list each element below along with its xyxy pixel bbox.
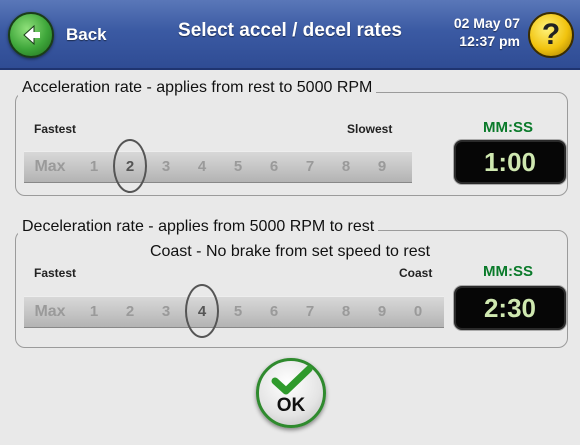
date-text: 02 May 07 bbox=[453, 15, 520, 31]
deceleration-subline: Coast - No brake from set speed to rest bbox=[149, 243, 431, 260]
accel-time-display[interactable]: 1:00 bbox=[454, 140, 566, 184]
checkmark-icon bbox=[271, 365, 313, 395]
accel-time-value: 1:00 bbox=[483, 146, 537, 177]
accel-rate-option[interactable]: 6 bbox=[256, 152, 292, 182]
question-icon: ? bbox=[541, 18, 561, 51]
accel-rate-option[interactable]: 8 bbox=[328, 152, 364, 182]
help-button[interactable]: ? bbox=[528, 12, 574, 58]
accel-rate-option[interactable]: 4 bbox=[184, 152, 220, 182]
acceleration-rate-selector[interactable]: Max 1 2 3 4 5 6 7 8 9 bbox=[24, 139, 412, 193]
decel-mmss-label: MM:SS bbox=[483, 263, 533, 280]
ok-label: OK bbox=[276, 395, 306, 416]
back-arrow-icon bbox=[8, 12, 54, 58]
accel-slowest-label: Slowest bbox=[347, 122, 393, 136]
accel-rate-option[interactable]: 1 bbox=[76, 152, 112, 182]
deceleration-legend: Deceleration rate - applies from 5000 RP… bbox=[18, 218, 379, 236]
back-button[interactable]: Back bbox=[8, 10, 116, 60]
decel-rate-option[interactable]: 6 bbox=[256, 297, 292, 327]
datetime-display: 02 May 07 12:37 pm bbox=[440, 14, 520, 50]
time-text: 12:37 pm bbox=[459, 33, 520, 49]
decel-rate-option[interactable]: 3 bbox=[148, 297, 184, 327]
decel-fastest-label: Fastest bbox=[34, 266, 77, 280]
decel-rate-option[interactable]: 1 bbox=[76, 297, 112, 327]
accel-rate-option[interactable]: 5 bbox=[220, 152, 256, 182]
decel-rate-option[interactable]: 4 bbox=[184, 284, 220, 338]
accel-rate-option[interactable]: Max bbox=[24, 152, 76, 182]
accel-fastest-label: Fastest bbox=[34, 122, 77, 136]
decel-rate-option[interactable]: 7 bbox=[292, 297, 328, 327]
back-label: Back bbox=[66, 25, 107, 44]
acceleration-legend: Acceleration rate - applies from rest to… bbox=[18, 79, 377, 97]
decel-rate-option[interactable]: 9 bbox=[364, 297, 400, 327]
accel-rate-option[interactable]: 2 bbox=[112, 139, 148, 193]
ok-button[interactable]: OK bbox=[256, 358, 326, 428]
decel-rate-option[interactable]: 5 bbox=[220, 297, 256, 327]
header-bar: Back Select accel / decel rates 02 May 0… bbox=[0, 0, 580, 70]
accel-rate-option[interactable]: 9 bbox=[364, 152, 400, 182]
page-title: Select accel / decel rates bbox=[178, 20, 402, 41]
accel-rate-option[interactable]: 3 bbox=[148, 152, 184, 182]
decel-time-display[interactable]: 2:30 bbox=[454, 286, 566, 330]
decel-rate-option[interactable]: 2 bbox=[112, 297, 148, 327]
decel-rate-option[interactable]: Max bbox=[24, 297, 76, 327]
decel-rate-option[interactable]: 0 bbox=[400, 297, 436, 327]
decel-coast-label: Coast bbox=[399, 266, 433, 280]
deceleration-rate-selector[interactable]: Max 1 2 3 4 5 6 7 8 9 0 bbox=[24, 284, 444, 338]
accel-rate-option[interactable]: 7 bbox=[292, 152, 328, 182]
accel-mmss-label: MM:SS bbox=[483, 119, 533, 136]
decel-time-value: 2:30 bbox=[483, 292, 537, 323]
decel-rate-option[interactable]: 8 bbox=[328, 297, 364, 327]
